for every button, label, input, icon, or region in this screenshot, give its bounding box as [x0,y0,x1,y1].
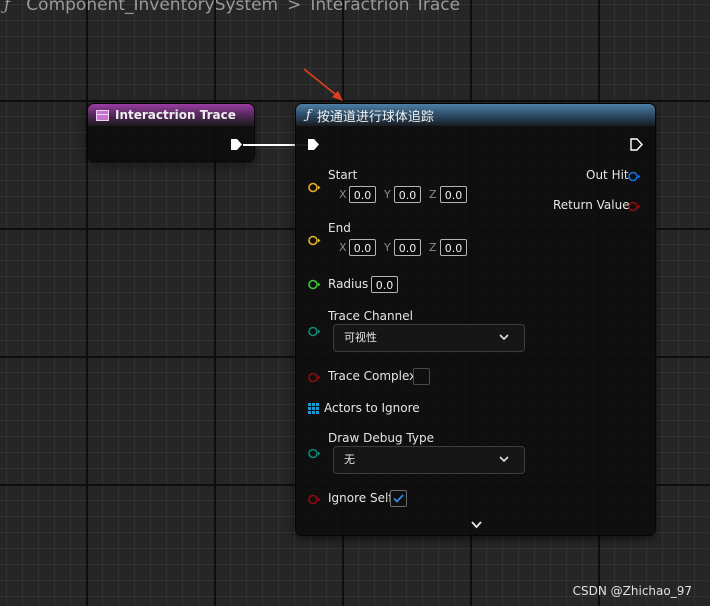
actors-to-ignore-label: Actors to Ignore [324,401,420,415]
end-x-label: X [339,241,347,254]
breadcrumb-item-component[interactable]: Component_InventorySystem [26,0,278,15]
ignore-self-pin[interactable] [308,494,321,505]
draw-debug-type-label: Draw Debug Type [328,431,434,445]
trace-complex-label: Trace Complex [328,369,417,383]
event-icon [96,109,109,121]
trace-channel-dropdown[interactable]: 可视性 [333,324,525,352]
draw-debug-type-value: 无 [344,453,355,466]
draw-debug-type-pin[interactable] [308,448,321,459]
out-hit-pin[interactable] [628,171,641,182]
start-label: Start [328,168,358,182]
sphere-trace-node-header[interactable]: ƒ 按通道进行球体追踪 [296,104,655,126]
breadcrumb: ƒ Component_InventorySystem > Interactri… [0,0,460,18]
start-y-input[interactable]: 0.0 [394,186,421,203]
radius-pin[interactable] [308,279,321,290]
trace-complex-checkbox[interactable] [413,368,430,385]
chevron-down-icon [499,334,509,341]
end-z-input[interactable]: 0.0 [440,239,467,256]
start-z-label: Z [429,188,437,201]
start-z-input[interactable]: 0.0 [440,186,467,203]
exec-in-pin[interactable] [307,138,320,151]
function-entry-node[interactable]: Interactrion Trace [88,104,254,161]
return-value-pin[interactable] [628,201,641,212]
trace-channel-label: Trace Channel [328,309,413,323]
checkmark-icon [393,494,404,503]
draw-debug-type-dropdown[interactable]: 无 [333,446,525,474]
radius-label: Radius [328,277,369,291]
end-y-input[interactable]: 0.0 [394,239,421,256]
trace-channel-value: 可视性 [344,331,377,344]
ignore-self-label: Ignore Self [328,491,393,505]
start-x-input[interactable]: 0.0 [349,186,376,203]
function-icon: ƒ [306,107,311,123]
end-label: End [328,221,351,235]
function-entry-node-title: Interactrion Trace [115,108,236,122]
ignore-self-checkbox[interactable] [390,490,407,507]
watermark: CSDN @Zhichao_97 [572,584,692,598]
return-value-label: Return Value [553,198,630,212]
radius-input[interactable]: 0.0 [371,276,398,293]
breadcrumb-separator: > [287,0,302,15]
function-icon: ƒ [4,0,11,15]
end-y-label: Y [384,241,391,254]
function-entry-node-header[interactable]: Interactrion Trace [88,104,254,126]
start-y-label: Y [384,188,391,201]
sphere-trace-by-channel-node[interactable]: ƒ 按通道进行球体追踪 Start X 0.0 Y 0.0 Z 0.0 Out … [296,104,655,535]
trace-channel-pin[interactable] [308,326,321,337]
sphere-trace-node-title: 按通道进行球体追踪 [316,109,434,125]
end-x-input[interactable]: 0.0 [349,239,376,256]
breadcrumb-item-function[interactable]: Interactrion Trace [310,0,460,15]
end-pin[interactable] [308,235,321,246]
trace-complex-pin[interactable] [308,372,321,383]
expand-advanced-chevron-icon[interactable] [470,520,483,530]
start-pin[interactable] [308,182,321,193]
start-x-label: X [339,188,347,201]
out-hit-label: Out Hit [586,168,629,182]
annotation-arrow-icon [303,68,343,101]
chevron-down-icon [499,456,509,463]
exec-out-pin[interactable] [230,138,243,151]
end-z-label: Z [429,241,437,254]
exec-out-pin[interactable] [630,138,643,151]
array-pin-icon[interactable] [308,403,319,414]
